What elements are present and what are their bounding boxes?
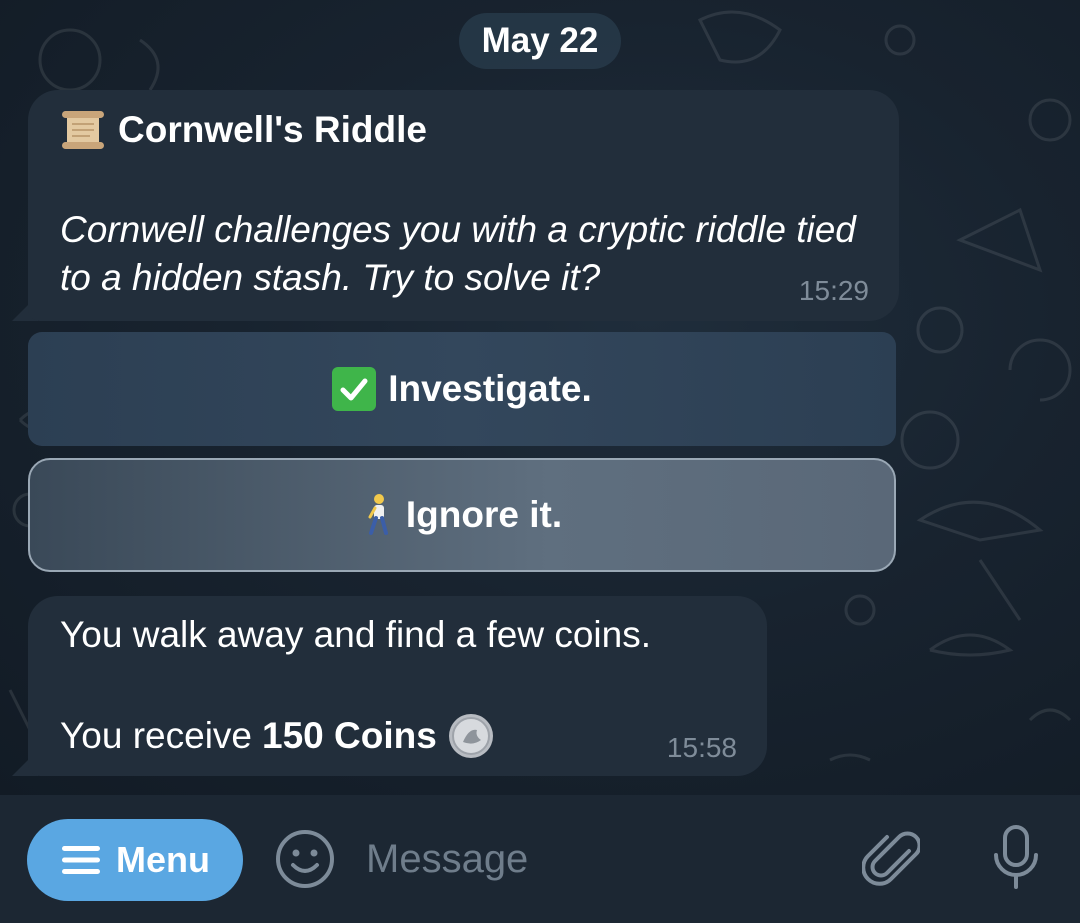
message-timestamp: 15:58 <box>666 732 737 763</box>
message-title: Cornwell's Riddle <box>118 109 427 150</box>
message-bubble-riddle[interactable]: Cornwell's Riddle Cornwell challenges yo… <box>28 90 899 321</box>
message-input[interactable] <box>366 831 826 887</box>
reward-prefix: You receive <box>60 715 252 756</box>
menu-button-label: Menu <box>116 839 210 880</box>
menu-button[interactable]: Menu <box>27 819 243 901</box>
investigate-button[interactable]: Investigate. <box>28 332 896 446</box>
message-result-text: You walk away and find a few coins. <box>60 614 651 655</box>
date-separator: May 22 <box>459 13 621 69</box>
input-bar: Menu <box>0 795 1080 923</box>
check-mark-icon <box>332 367 377 411</box>
reward-amount: 150 Coins <box>262 715 437 756</box>
message-bubble-result[interactable]: You walk away and find a few coins. You … <box>28 596 767 776</box>
paperclip-icon[interactable] <box>862 825 920 889</box>
message-timestamp: 15:29 <box>798 275 869 306</box>
ignore-button[interactable]: Ignore it. <box>28 458 896 572</box>
investigate-button-label: Investigate. <box>388 368 592 409</box>
ignore-button-label: Ignore it. <box>405 494 563 535</box>
message-body: Cornwell challenges you with a cryptic r… <box>60 209 856 298</box>
hamburger-menu-icon <box>62 846 100 874</box>
walking-person-icon <box>368 494 388 535</box>
message-title-row: Cornwell's Riddle <box>60 108 427 152</box>
message-reward-line: You receive 150 Coins <box>60 712 495 760</box>
coin-icon <box>448 714 493 758</box>
microphone-icon[interactable] <box>990 823 1042 893</box>
emoji-icon[interactable] <box>274 828 336 890</box>
scroll-icon <box>62 111 104 149</box>
